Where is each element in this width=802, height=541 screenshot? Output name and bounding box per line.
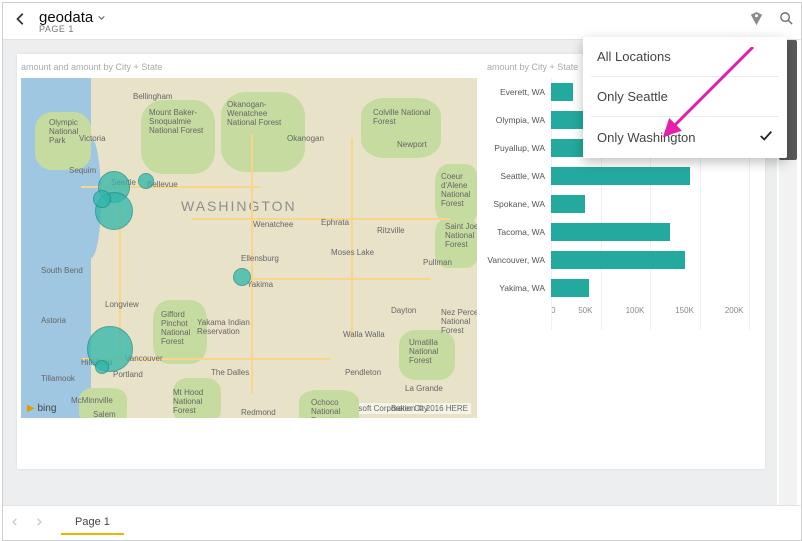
map-place-label: Ellensburg <box>241 254 279 263</box>
map-bubble[interactable] <box>233 268 251 286</box>
report-title: geodata <box>39 9 93 26</box>
bar[interactable] <box>551 195 585 213</box>
top-bar: geodata PAGE 1 <box>3 3 801 40</box>
map-place-label: Coeur d'Alene National Forest <box>441 172 477 208</box>
filter-menu-item[interactable]: Only Washington <box>583 117 787 158</box>
location-filter-icon[interactable] <box>741 11 771 31</box>
map-place-label: La Grande <box>405 384 443 393</box>
filter-menu-item[interactable]: All Locations <box>583 37 787 76</box>
bar-category-label: Olympia, WA <box>487 115 551 125</box>
map-place-label: Dayton <box>391 306 416 315</box>
map-place-label: Ochoco National Forest <box>311 398 355 418</box>
page-tab[interactable]: Page 1 <box>61 511 124 535</box>
bar[interactable] <box>551 223 670 241</box>
bar-category-label: Yakima, WA <box>487 283 551 293</box>
filter-menu-label: Only Seattle <box>597 89 668 104</box>
map-bubble[interactable] <box>138 173 154 189</box>
location-filter-menu: All Locations Only Seattle Only Washington <box>583 37 787 158</box>
map-title: amount and amount by City + State <box>21 62 162 72</box>
map-place-label: Saint Joe National Forest <box>445 222 477 249</box>
map-place-label: Moses Lake <box>331 248 374 257</box>
map-place-label: Yakima <box>247 280 273 289</box>
prev-page-button[interactable] <box>3 517 27 530</box>
state-label: WASHINGTON <box>181 198 297 214</box>
bar[interactable] <box>551 279 589 297</box>
map-bubble[interactable] <box>95 360 109 374</box>
chevron-down-icon <box>97 13 106 22</box>
title-block[interactable]: geodata PAGE 1 <box>39 9 106 34</box>
map-place-label: Newport <box>397 140 427 149</box>
map-place-label: Baker City <box>391 404 428 413</box>
next-page-button[interactable] <box>27 517 51 530</box>
bar[interactable] <box>551 167 690 185</box>
map-place-label: Tillamook <box>41 374 75 383</box>
map-place-label: Bellingham <box>133 92 173 101</box>
bar[interactable] <box>551 251 685 269</box>
map-place-label: Astoria <box>41 316 66 325</box>
check-icon <box>759 129 773 146</box>
bar-category-label: Spokane, WA <box>487 199 551 209</box>
map-place-label: Salem <box>93 410 116 418</box>
map-visual[interactable]: WASHINGTON © 2016 Microsoft Corporation … <box>21 78 477 418</box>
map-place-label: Umatilla National Forest <box>409 338 453 365</box>
map-place-label: Wenatchee <box>253 220 293 229</box>
map-place-label: Walla Walla <box>343 330 385 339</box>
map-place-label: Okanogan <box>287 134 324 143</box>
map-place-label: Olympic National Park <box>49 118 89 145</box>
map-place-label: Redmond <box>241 408 276 417</box>
map-place-label: South Bend <box>41 266 83 275</box>
map-place-label: Ephrata <box>321 218 349 227</box>
map-place-label: Ritzville <box>377 226 405 235</box>
filter-menu-label: All Locations <box>597 49 671 64</box>
bar-category-label: Tacoma, WA <box>487 227 551 237</box>
bar-category-label: Puyallup, WA <box>487 143 551 153</box>
map-place-label: Nez Perce National Forest <box>441 308 477 335</box>
map-bubble[interactable] <box>87 326 133 372</box>
bar-category-label: Everett, WA <box>487 87 551 97</box>
map-place-label: Portland <box>113 370 143 379</box>
page-navigation-bar: Page 1 <box>3 505 801 540</box>
map-place-label: Colville National Forest <box>373 108 437 126</box>
map-place-label: Mount Baker- Snoqualmie National Forest <box>149 108 205 135</box>
bar-category-label: Seattle, WA <box>487 171 551 181</box>
back-button[interactable] <box>3 12 39 31</box>
map-place-label: McMinnville <box>71 396 113 405</box>
map-place-label: Okanogan- Wenatchee National Forest <box>227 100 287 127</box>
map-place-label: Sequim <box>69 166 96 175</box>
page-subtitle: PAGE 1 <box>39 24 106 34</box>
bar[interactable] <box>551 83 573 101</box>
map-place-label: Pullman <box>423 258 452 267</box>
map-place-label: The Dalles <box>211 368 249 377</box>
search-icon[interactable] <box>771 11 801 31</box>
bing-logo: ▶ bing <box>27 403 56 414</box>
filter-menu-item[interactable]: Only Seattle <box>583 77 787 116</box>
filter-menu-label: Only Washington <box>597 130 696 145</box>
map-place-label: Yakama Indian Reservation <box>197 318 255 336</box>
bar-chart-title: amount by City + State <box>487 62 578 72</box>
map-bubble[interactable] <box>93 190 111 208</box>
map-place-label: Mt Hood National Forest <box>173 388 213 415</box>
map-place-label: Pendleton <box>345 368 381 377</box>
map-place-label: Longview <box>105 300 139 309</box>
bar-category-label: Vancouver, WA <box>487 255 551 265</box>
